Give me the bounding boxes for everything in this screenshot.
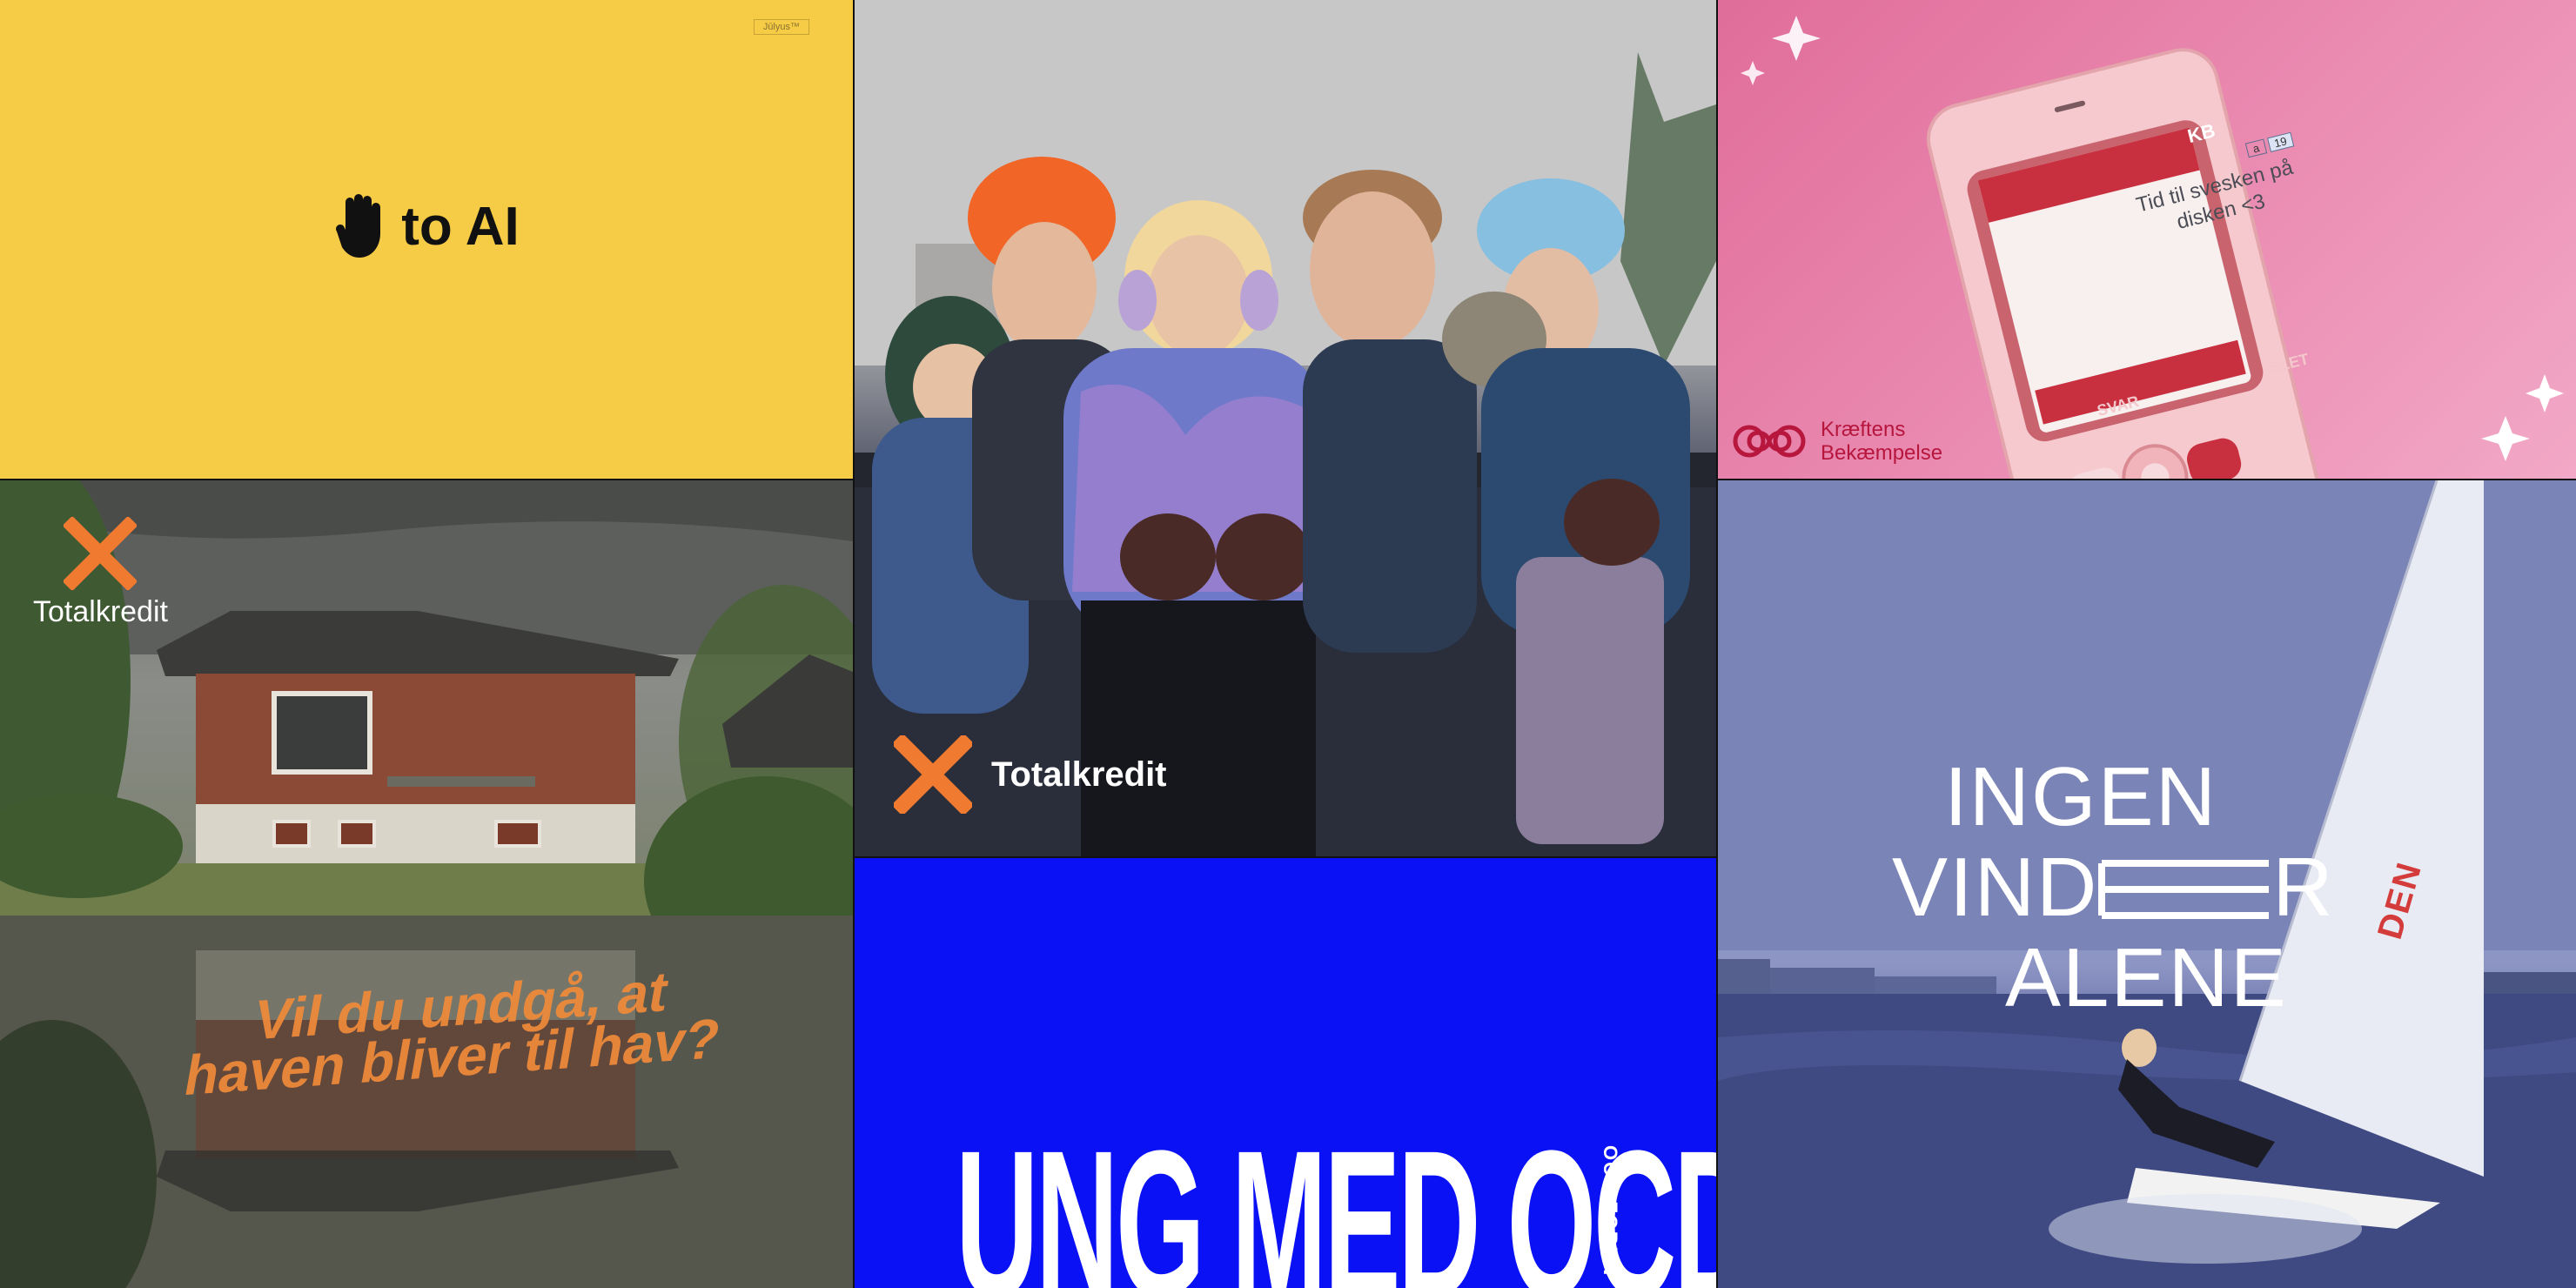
kraeftens-wordmark: Kræftens Bekæmpelse (1821, 418, 1942, 465)
ai-headline-text: to AI (401, 196, 520, 257)
tile-ingen-vinder-alene[interactable]: DEN INGEN VIND R ALENE (1718, 480, 2576, 1288)
totalkredit-logo: Totalkredit (894, 735, 1167, 814)
ai-headline: to AI (0, 193, 853, 259)
brand-line2: Bekæmpelse (1821, 441, 1943, 465)
infinity-logo-icon (1733, 425, 1806, 458)
sparkle-icon (2481, 416, 2530, 461)
title-line-alene: ALENE (2005, 931, 2288, 1024)
portfolio-grid: Jūlyus™ to AI Totalkredit KB a 19 Tid ti… (0, 0, 2576, 1288)
family-photo (855, 0, 1716, 856)
ingen-vinder-alene-title: INGEN VIND R ALENE (1892, 752, 2335, 1023)
phone-badge-a: a (2245, 138, 2267, 158)
totalkredit-x-icon (64, 517, 138, 590)
totalkredit-logo-small: Totalkredit (33, 517, 168, 629)
raised-hand-icon (336, 194, 381, 258)
sparkle-icon (1772, 16, 1821, 61)
tile-ung-med-ocd[interactable]: UNG MED OCD OCD-FOREN (855, 858, 1716, 1288)
sparkle-icon (2526, 374, 2564, 413)
kraeftens-bekaempelse-logo: Kræftens Bekæmpelse (1730, 418, 1942, 465)
totalkredit-wordmark: Totalkredit (33, 595, 168, 628)
title-line-vinder: VIND R (1892, 841, 2335, 934)
brand-line1: Kræftens (1821, 418, 1906, 441)
totalkredit-x-icon (894, 735, 972, 814)
tile-totalkredit-flood[interactable]: Totalkredit Vil du undgå, at haven blive… (0, 480, 853, 1288)
jalouse-tag: Jūlyus™ (753, 19, 809, 35)
totalkredit-wordmark: Totalkredit (991, 755, 1167, 794)
e-stripes-glyph (2098, 860, 2270, 919)
tile-totalkredit-family[interactable]: Totalkredit (855, 0, 1716, 856)
ocd-side-text: OCD-FOREN (1600, 1145, 1621, 1278)
tile-hand-to-ai[interactable]: Jūlyus™ to AI (0, 0, 853, 479)
phone-badge-number: 19 (2266, 131, 2295, 153)
sparkle-icon (1741, 61, 1765, 85)
title-line-ingen: INGEN (1944, 750, 2218, 843)
tile-kraeftens-bekaempelse[interactable]: KB a 19 Tid til svesken på disken <3 SVA… (1718, 0, 2576, 479)
